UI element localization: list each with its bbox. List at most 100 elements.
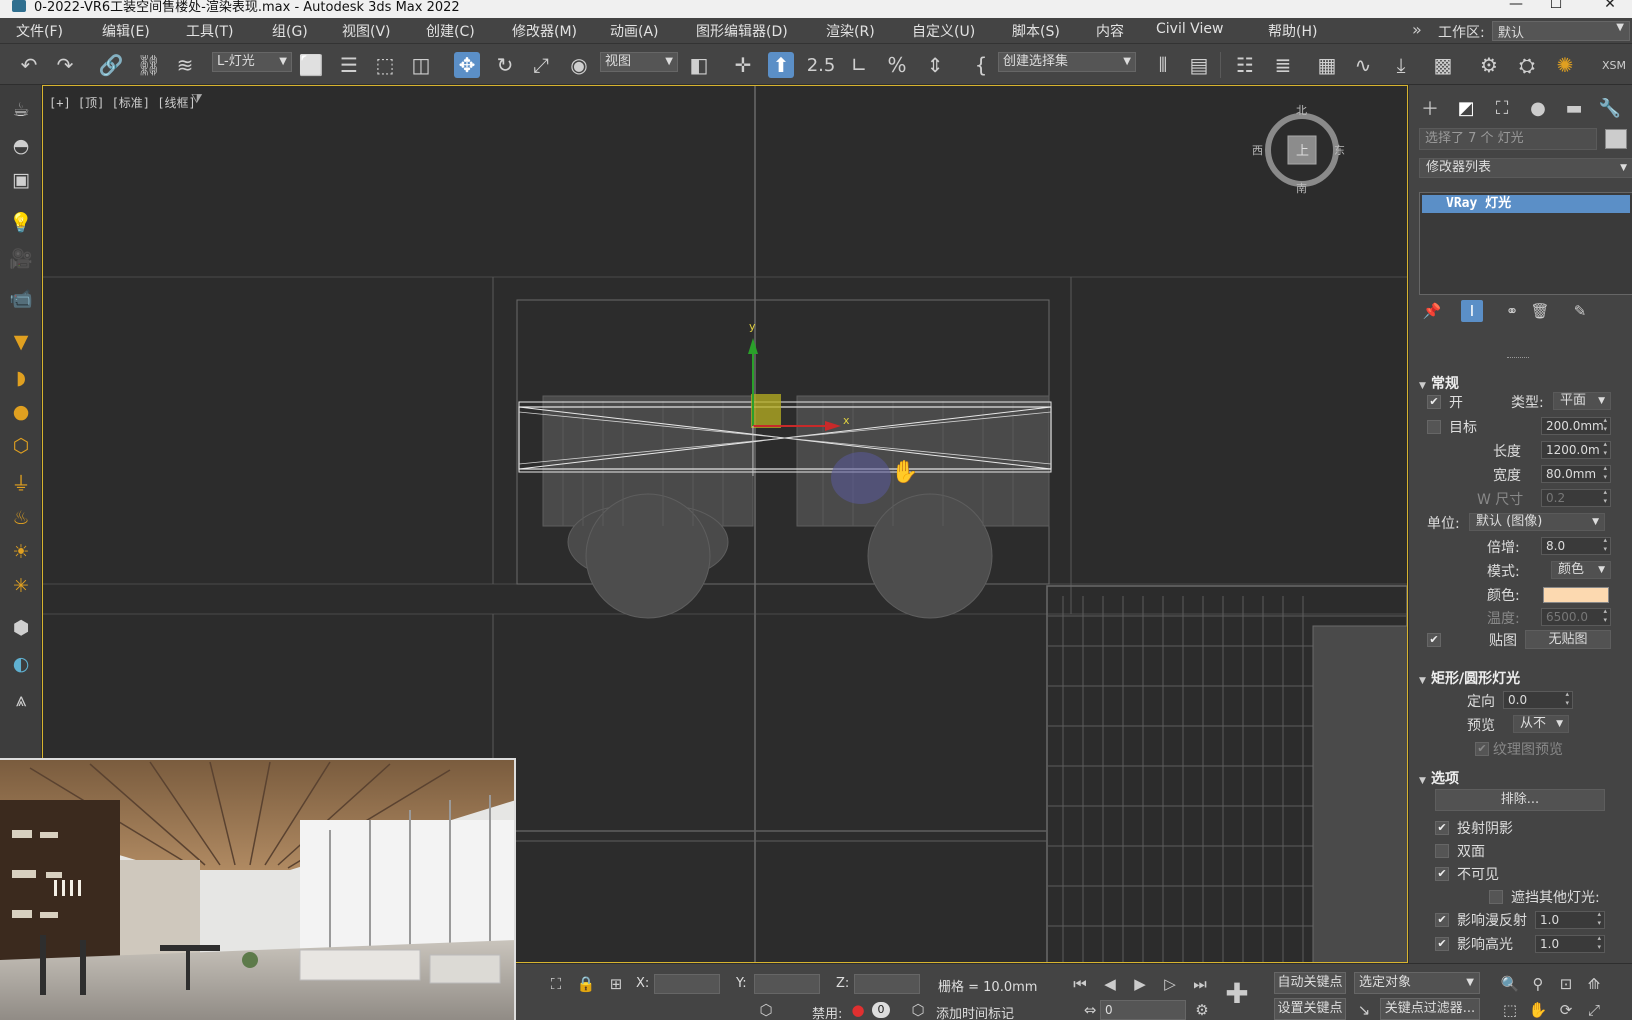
video-camera-icon[interactable]: 📹 [8, 285, 34, 311]
field-of-view-icon[interactable]: ⬚ [1500, 1000, 1520, 1020]
next-frame-icon[interactable]: ▷ [1160, 974, 1180, 994]
temperature-spinner[interactable]: 6500.0 [1541, 607, 1611, 626]
menu-edit[interactable]: 编辑(E) [102, 21, 150, 41]
scene-explorer-icon[interactable]: ☷ [1232, 52, 1258, 78]
object-color-swatch[interactable] [1605, 129, 1627, 149]
selection-lock-icon[interactable]: 🔒 [576, 974, 596, 994]
zoom-all-icon[interactable]: ⚲ [1528, 974, 1548, 994]
minimize-button[interactable]: — [1496, 0, 1536, 12]
absolute-mode-icon[interactable]: ⊞ [606, 974, 626, 994]
viewcube-east[interactable]: 东 [1334, 142, 1345, 158]
adaptive-degradation-icon[interactable]: ⬡ [756, 1000, 776, 1020]
shapes-icon[interactable]: ◓ [8, 133, 34, 159]
show-end-result-icon[interactable]: Ⅰ [1461, 300, 1483, 322]
utilities-tab-icon[interactable]: 🔧 [1597, 95, 1623, 121]
set-key-button[interactable]: 设置关键点 [1274, 998, 1346, 1020]
maximize-viewport-icon[interactable]: ⤢ [1584, 1000, 1604, 1020]
rendered-frame-window-icon[interactable]: ⛭ [1514, 52, 1540, 78]
edit-named-selection-icon[interactable]: { [968, 52, 994, 78]
material-sphere-icon[interactable]: ◐ [8, 651, 34, 677]
modifier-stack[interactable]: VRay 灯光 [1419, 192, 1632, 295]
pin-stack-icon[interactable]: 📌 [1421, 300, 1443, 322]
type-dropdown[interactable]: 平面 ▼ [1553, 392, 1611, 410]
play-icon[interactable]: ▶ [1130, 974, 1150, 994]
go-to-start-icon[interactable]: ⏮ [1070, 974, 1090, 994]
menu-help[interactable]: 帮助(H) [1268, 21, 1317, 41]
select-and-scale-icon[interactable]: ⤢ [528, 52, 554, 78]
spinner-snap-icon[interactable]: ⇕ [922, 52, 948, 78]
render-production-icon[interactable]: ✺ [1552, 52, 1578, 78]
menu-content[interactable]: 内容 [1096, 21, 1124, 41]
window-crossing-icon[interactable]: ◫ [408, 52, 434, 78]
layer-explorer-icon[interactable]: ≣ [1270, 52, 1296, 78]
display-tab-icon[interactable]: ▬ [1561, 95, 1587, 121]
snap-2-5-icon[interactable]: 2.5 [807, 52, 836, 78]
w-size-spinner[interactable]: 0.2 [1541, 488, 1611, 507]
menu-scripting[interactable]: 脚本(S) [1012, 21, 1060, 41]
affect-diffuse-checkbox[interactable]: ✔ [1435, 913, 1449, 927]
y-coordinate-field[interactable] [754, 974, 820, 994]
fur-icon[interactable]: ⩓ [8, 687, 34, 713]
maximize-button[interactable]: ☐ [1536, 0, 1576, 12]
curve-editor-icon[interactable]: ∿ [1350, 52, 1376, 78]
reference-coordinate-dropdown[interactable]: 视图 ▼ [600, 52, 678, 72]
viewcube-face-label[interactable]: 上 [1296, 140, 1309, 159]
select-and-move-icon[interactable]: ✥ [454, 52, 480, 78]
bind-space-warp-icon[interactable]: ≋ [172, 52, 198, 78]
time-tag-icon[interactable]: ⬡ [908, 1000, 928, 1020]
viewcube-west[interactable]: 西 [1252, 142, 1263, 158]
camera-icon[interactable]: 🎥 [8, 245, 34, 271]
unlink-icon[interactable]: ⛓ [136, 52, 162, 78]
section-rect-disc-light[interactable]: ▼ 矩形/圆形灯光 [1419, 668, 1520, 688]
units-dropdown[interactable]: 默认 (图像) ▼ [1469, 513, 1605, 531]
viewcube[interactable]: 上 北 南 东 西 [1252, 104, 1345, 195]
modifier-list-dropdown[interactable]: 修改器列表 ▼ [1419, 158, 1632, 178]
modifier-stack-item[interactable]: VRay 灯光 [1422, 195, 1630, 213]
box-icon[interactable]: ▣ [8, 167, 34, 193]
modify-tab-icon[interactable]: ◩ [1453, 95, 1479, 121]
proxy-icon[interactable]: ⬢ [8, 615, 34, 641]
hierarchy-tab-icon[interactable]: ⛶ [1489, 95, 1515, 121]
toggle-ribbon-icon[interactable]: ▦ [1314, 52, 1340, 78]
link-icon[interactable]: 🔗 [98, 52, 124, 78]
zoom-extents-icon[interactable]: ⊡ [1556, 974, 1576, 994]
close-button[interactable]: ✕ [1590, 0, 1630, 12]
orbit-icon[interactable]: ⟳ [1556, 1000, 1576, 1020]
rectangular-selection-icon[interactable]: ⬚ [372, 52, 398, 78]
occlude-other-lights-checkbox[interactable] [1489, 890, 1503, 904]
create-tab-icon[interactable]: ＋ [1417, 95, 1443, 121]
length-spinner[interactable]: 1200.0m [1541, 440, 1611, 459]
on-checkbox[interactable]: ✔ [1427, 395, 1441, 409]
menu-animation[interactable]: 动画(A) [610, 21, 659, 41]
keyboard-shortcut-override-icon[interactable]: ✛ [730, 52, 756, 78]
zoom-icon[interactable]: 🔍 [1500, 974, 1520, 994]
menu-customize[interactable]: 自定义(U) [912, 21, 975, 41]
sphere-light-icon[interactable]: ● [8, 399, 34, 425]
configure-modifier-sets-icon[interactable]: ✎ [1569, 300, 1591, 322]
time-configuration-icon[interactable]: ⚙ [1192, 1000, 1212, 1020]
directional-spinner[interactable]: 0.0 [1503, 690, 1573, 709]
menu-file[interactable]: 文件(F) [16, 21, 63, 41]
select-object-icon[interactable]: ⬜ [298, 52, 324, 78]
auto-key-button[interactable]: 自动关键点 [1274, 972, 1346, 994]
selected-object-dropdown[interactable]: 选定对象 ▼ [1354, 972, 1480, 994]
schematic-view-icon[interactable]: ⤓ [1388, 52, 1414, 78]
z-coordinate-field[interactable] [854, 974, 920, 994]
selection-name-field[interactable]: 选择了 7 个 灯光 [1419, 128, 1597, 150]
double-sided-checkbox[interactable] [1435, 844, 1449, 858]
zoom-extents-all-icon[interactable]: ⟰ [1584, 974, 1604, 994]
pan-view-icon[interactable]: ✋ [1528, 1000, 1548, 1020]
affect-specular-spinner[interactable]: 1.0 [1535, 934, 1605, 953]
menu-civil-view[interactable]: Civil View [1156, 21, 1223, 37]
key-filter-icon[interactable]: ↘ [1354, 1000, 1374, 1020]
sky-icon[interactable]: ✳ [8, 573, 34, 599]
menu-rendering[interactable]: 渲染(R) [826, 21, 875, 41]
previous-frame-icon[interactable]: ◀ [1100, 974, 1120, 994]
current-frame-field[interactable]: 0 [1100, 1000, 1186, 1020]
light-list-icon[interactable]: 💡 [8, 209, 34, 235]
add-time-tag-label[interactable]: 添加时间标记 [936, 1003, 1014, 1020]
target-checkbox[interactable] [1427, 420, 1441, 434]
x-coordinate-field[interactable] [654, 974, 720, 994]
named-selection-dropdown[interactable]: 创建选择集 ▼ [998, 52, 1136, 72]
multiplier-spinner[interactable]: 8.0 [1541, 536, 1611, 555]
